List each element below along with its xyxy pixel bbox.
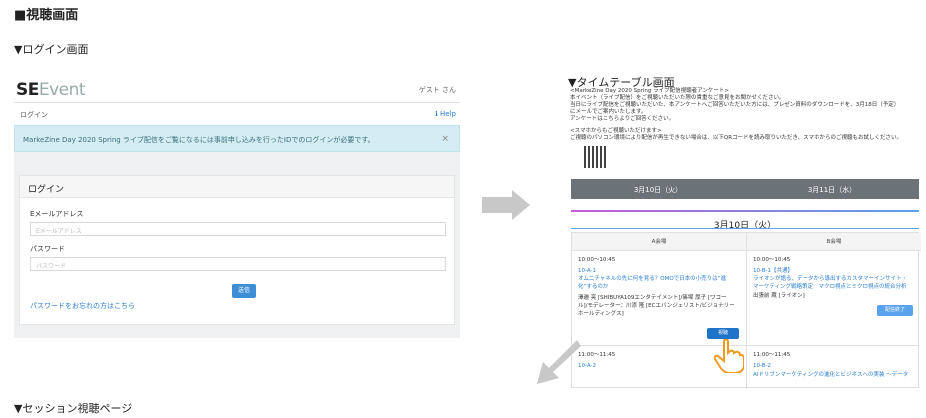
tab-day-2[interactable]: 3月11日（水） [745, 185, 919, 195]
section-heading: ■視聴画面 [14, 8, 79, 23]
session-speakers: ホールディングス] [578, 311, 624, 317]
session-title[interactable]: オムニチャネルの先に何を見る？OMOで日本の小売りは“進 [578, 276, 726, 284]
login-caption: ▼ログイン画面 [14, 43, 89, 56]
forgot-password-link[interactable]: パスワードをお忘れの方はこちら [30, 301, 135, 311]
pointer-hand-icon [714, 339, 744, 373]
help-link[interactable]: ℹ Help [435, 110, 456, 118]
session-code[interactable]: 10-B-1【共通】 [753, 268, 793, 276]
password-field[interactable]: パスワード [30, 257, 446, 271]
close-icon[interactable]: × [441, 134, 449, 144]
day-title-underline [571, 228, 919, 229]
submit-button[interactable]: 送信 [232, 284, 256, 298]
down-left-arrow-icon [537, 340, 581, 384]
session-title[interactable]: 化”するのか [578, 284, 608, 292]
right-arrow-icon [482, 197, 512, 213]
header-divider [14, 102, 460, 103]
session-speakers: 出張前 蔵 [ライオン] [753, 293, 805, 299]
smartphone-heading: <スマホからもご視聴いただけます> [570, 128, 662, 134]
session-title[interactable]: ライオンが語る、データから導出するカスタマーインサイト・ [753, 276, 907, 284]
day-tabs: 3月10日（火） 3月11日（水） [571, 179, 919, 199]
session-time: 10:00〜10:45 [753, 257, 791, 263]
session-title[interactable]: AIドリブンマーケティングの進化とビジネスへの実装 〜データ [753, 372, 908, 380]
login-panel: ログイン Eメールアドレス Eメールアドレス パスワード パスワード 送信 パス… [19, 175, 455, 325]
survey-text-2: 本イベント（ライブ配信）をご視聴いただいた際の貴重なご意見をお聞かせください。 [570, 95, 785, 101]
site-logo[interactable]: SEEvent [16, 80, 86, 100]
session-time: 11:00〜11:45 [578, 352, 616, 358]
session-code[interactable]: 10-B-2 [753, 363, 771, 371]
timetable-screenshot: <MarkeZine Day 2020 Spring ライブ配信視聴者アンケート… [564, 88, 924, 389]
alert-text: MarkeZine Day 2020 Spring ライブ配信をご覧になるには事… [23, 136, 375, 144]
breadcrumb: ログイン [20, 111, 48, 119]
ended-button[interactable]: 配信終了 [877, 305, 913, 316]
guest-user-label[interactable]: ゲスト さん [419, 85, 456, 95]
session-speakers: 澤邉 亮 [SHIBUYA109エンタテイメント]/篠塚 厚子 [ワコー [578, 295, 727, 301]
session-caption: ▼セッション視聴ページ [14, 402, 133, 415]
survey-link-text[interactable]: アンケートはこちらよりご回答ください。 [570, 116, 674, 123]
password-label: パスワード [30, 245, 65, 253]
session-time: 10:00〜10:45 [578, 257, 616, 263]
session-code[interactable]: 10-A-1 [578, 268, 596, 276]
session-title[interactable]: マーケティング戦略策定 マクロ視点とミクロ視点の統合分析 [753, 284, 907, 292]
login-screenshot: SEEvent ゲスト さん ログイン ℹ Help MarkeZine Day… [14, 80, 460, 338]
room-a-header: A会場 [572, 233, 746, 251]
email-label: Eメールアドレス [30, 210, 84, 218]
smartphone-text: ご視聴のパソコン環境により配信が再生できない場合は、以下QRコードを読み取りいた… [570, 135, 902, 141]
email-field[interactable]: Eメールアドレス [30, 222, 446, 236]
tab-day-1[interactable]: 3月10日（火） [571, 185, 745, 195]
row-divider [572, 345, 918, 346]
session-speakers: ル]/モデレーター：川添 隆 [ECエバンジェリスト/ビジョナリー [578, 303, 735, 309]
schedule-grid: A会場 B会場 10:00〜10:45 10-A-1 オムニチャネルの先に何を見… [571, 232, 921, 389]
watch-button[interactable]: 視聴 [707, 328, 739, 339]
qr-code [584, 146, 606, 168]
session-time: 11:00〜11:45 [753, 352, 791, 358]
right-arrowhead-icon [512, 190, 530, 220]
survey-text-4: にメールでご案内いたします。 [570, 109, 647, 115]
column-divider [746, 233, 747, 389]
room-b-header: B会場 [747, 233, 921, 251]
panel-title: ログイン [20, 176, 454, 198]
login-alert: MarkeZine Day 2020 Spring ライブ配信をご覧になるには事… [14, 125, 460, 152]
survey-text-3: 当日にライブ配信をご視聴いただいた、本アンケートへご回答いただいた方には、プレゼ… [570, 102, 900, 108]
survey-text-1: <MarkeZine Day 2020 Spring ライブ配信視聴者アンケート… [570, 88, 730, 94]
